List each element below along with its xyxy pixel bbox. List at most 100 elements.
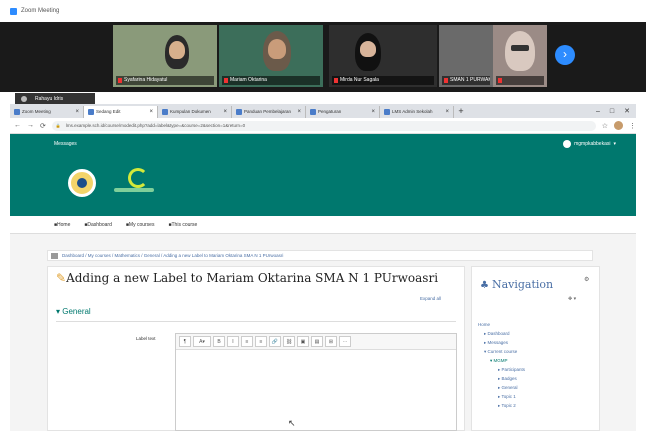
manage-files-icon[interactable]: ⊞: [325, 336, 337, 347]
nav-item-messages[interactable]: ▸ Messages: [478, 338, 525, 347]
participant-name: [496, 76, 544, 85]
participant-tile[interactable]: SMAN 1 PURWAKARTA: [439, 25, 493, 87]
breadcrumb-text: Dashboard / My courses / Mathematics / G…: [62, 253, 284, 258]
minimize-window-icon[interactable]: –: [596, 106, 600, 118]
label-text-editor[interactable]: ¶ A▾ B I ≡ ≡ 🔗 ⛓ ▣ ▤ ⊞ ⋯: [175, 333, 457, 431]
zoom-participant-strip: Syafarina Hidayatul Mariam Oktarina Mird…: [0, 22, 646, 92]
back-arrow-icon[interactable]: ←: [14, 122, 21, 129]
close-tab-icon[interactable]: ×: [445, 106, 449, 118]
section-general-toggle[interactable]: ▾ General: [56, 307, 91, 316]
editor-toolbar: ¶ A▾ B I ≡ ≡ 🔗 ⛓ ▣ ▤ ⊞ ⋯: [176, 334, 456, 350]
messages-link[interactable]: Messages: [54, 141, 77, 147]
italic-icon[interactable]: I: [227, 336, 239, 347]
browser-tab[interactable]: Kumpulan Dokumen ×: [158, 106, 232, 118]
participant-face: [360, 41, 376, 57]
expand-all-link[interactable]: Expand all: [420, 296, 441, 301]
block-move-icon[interactable]: ✥ ▾: [568, 296, 576, 302]
site-brand-logo-icon: [128, 168, 148, 188]
nav-item-topic-1[interactable]: ▸ Topic 1: [478, 392, 525, 401]
zoom-window-title: Zoom Meeting: [21, 8, 60, 14]
more-options-icon[interactable]: ⋯: [339, 336, 351, 347]
font-style-icon[interactable]: A▾: [193, 336, 211, 347]
media-icon[interactable]: ▤: [311, 336, 323, 347]
user-avatar-icon: [563, 140, 572, 148]
zoom-app-icon: [10, 7, 17, 15]
block-actions-icon[interactable]: ⚙: [584, 276, 589, 283]
nav-item-dashboard[interactable]: ▸ Dashboard: [478, 329, 525, 338]
mouse-cursor-icon: ↖: [288, 418, 296, 428]
participant-face: [169, 41, 185, 59]
new-tab-plus-icon[interactable]: +: [454, 106, 468, 118]
pencil-icon: ✎: [56, 271, 67, 285]
label-text-field-label: Label text: [136, 336, 156, 341]
navigation-tree: Home ▸ Dashboard ▸ Messages ▾ Current co…: [478, 320, 525, 410]
nav-item-participants[interactable]: ▸ Participants: [478, 365, 525, 374]
browser-address-row: ← → ⟳ lms.example.sch.id/course/modedit.…: [10, 118, 636, 134]
subnav-home[interactable]: Home: [54, 222, 70, 228]
sitemap-icon: ♣: [480, 280, 489, 291]
paragraph-icon[interactable]: ¶: [179, 336, 191, 347]
glasses-icon: [511, 45, 529, 51]
nav-item-course[interactable]: ▾ MGMP: [478, 356, 525, 365]
zoom-title-bar: Zoom Meeting: [0, 0, 646, 22]
breadcrumb[interactable]: Dashboard / My courses / Mathematics / G…: [47, 250, 593, 261]
breadcrumb-toggle-icon[interactable]: [51, 253, 58, 259]
close-window-icon[interactable]: ✕: [624, 106, 630, 118]
browser-tab[interactable]: Zoom Meeting ×: [10, 106, 84, 118]
close-tab-icon[interactable]: ×: [371, 106, 375, 118]
participant-name: SMAN 1 PURWAKARTA: [442, 76, 490, 85]
close-tab-icon[interactable]: ×: [297, 106, 301, 118]
nav-item-topic-2[interactable]: ▸ Topic 2: [478, 401, 525, 410]
next-page-arrow-icon[interactable]: ›: [555, 45, 575, 65]
participant-face: [268, 39, 286, 59]
menu-kebab-icon[interactable]: ⋮: [629, 122, 636, 130]
participant-name: Mariam Oktarina: [222, 76, 320, 85]
image-icon[interactable]: ▣: [297, 336, 309, 347]
subnav-my-courses[interactable]: My courses: [126, 222, 155, 228]
participant-tile[interactable]: Syafarina Hidayatul: [113, 25, 217, 87]
close-tab-icon[interactable]: ×: [149, 106, 153, 118]
nav-item-general[interactable]: ▸ General: [478, 383, 525, 392]
star-bookmark-icon[interactable]: ☆: [602, 122, 608, 130]
site-header-banner: [10, 154, 636, 216]
link-icon[interactable]: 🔗: [269, 336, 281, 347]
forward-arrow-icon[interactable]: →: [27, 122, 34, 129]
school-logo-icon[interactable]: [68, 169, 96, 197]
participant-name: Syafarina Hidayatul: [116, 76, 214, 85]
nav-item-home[interactable]: Home: [478, 320, 525, 329]
course-sub-navigation: Home Dashboard My courses This course: [10, 216, 636, 234]
participant-name: Mirda Nur Sagala: [332, 76, 434, 85]
numbered-list-icon[interactable]: ≡: [255, 336, 267, 347]
page-title: ✎Adding a new Label to Mariam Oktarina S…: [56, 271, 439, 285]
navigation-block-title: ♣ Navigation: [480, 278, 554, 291]
browser-tab[interactable]: Panduan Pembelajaran ×: [232, 106, 306, 118]
url-input[interactable]: lms.example.sch.id/course/modedit.php?ad…: [51, 120, 596, 131]
nav-item-current-course[interactable]: ▾ Current course: [478, 347, 525, 356]
lms-top-navbar: Messages mgmpkabbekasi ▾: [10, 134, 636, 154]
browser-tab[interactable]: Pengaturan ×: [306, 106, 380, 118]
chevron-down-icon: ▾: [613, 141, 616, 147]
subnav-dashboard[interactable]: Dashboard: [84, 222, 111, 228]
unlink-icon[interactable]: ⛓: [283, 336, 295, 347]
subnav-this-course[interactable]: This course: [168, 222, 198, 228]
profile-avatar-icon[interactable]: [614, 121, 623, 130]
chevron-down-icon: ▾: [56, 307, 61, 316]
user-name: mgmpkabbekasi: [574, 141, 611, 147]
nav-item-badges[interactable]: ▸ Badges: [478, 374, 525, 383]
close-tab-icon[interactable]: ×: [75, 106, 79, 118]
close-tab-icon[interactable]: ×: [223, 106, 227, 118]
bold-icon[interactable]: B: [213, 336, 225, 347]
site-brand-logo-underline: [114, 188, 154, 192]
bulleted-list-icon[interactable]: ≡: [241, 336, 253, 347]
participant-avatar: [505, 31, 535, 71]
participant-tile[interactable]: Mirda Nur Sagala: [329, 25, 437, 87]
section-divider: [56, 321, 456, 322]
reload-icon[interactable]: ⟳: [40, 122, 46, 130]
maximize-window-icon[interactable]: □: [610, 106, 614, 118]
browser-tab-active[interactable]: Sedang Edit ×: [84, 106, 158, 118]
user-menu[interactable]: mgmpkabbekasi ▾: [563, 140, 616, 148]
browser-tab-strip: Zoom Meeting × Sedang Edit × Kumpulan Doku…: [10, 104, 636, 118]
participant-tile[interactable]: Mariam Oktarina: [219, 25, 323, 87]
participant-tile[interactable]: [493, 25, 547, 87]
browser-tab[interactable]: LMS Admin Sekolah ×: [380, 106, 454, 118]
